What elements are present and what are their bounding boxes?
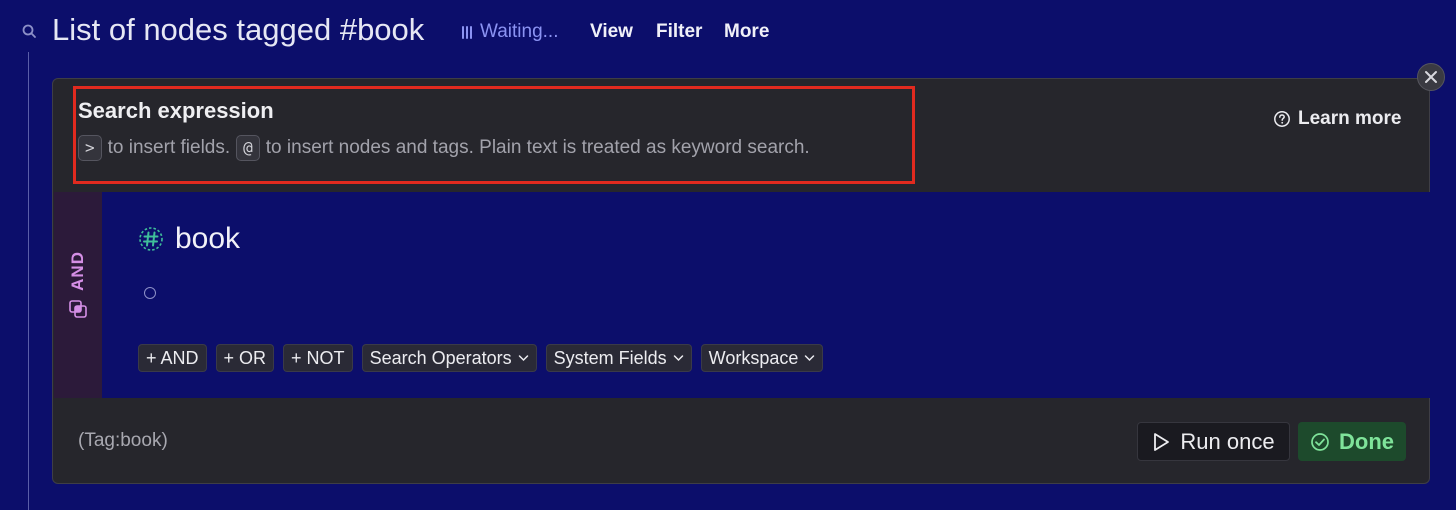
add-not-label: + NOT bbox=[291, 347, 345, 368]
status-text: Waiting... bbox=[480, 21, 559, 42]
run-once-label: Run once bbox=[1180, 428, 1275, 454]
chevron-down-icon bbox=[518, 355, 528, 362]
indent-guide bbox=[28, 52, 29, 510]
more-button[interactable]: More bbox=[724, 21, 769, 43]
done-button[interactable]: Done bbox=[1298, 422, 1406, 461]
learn-more-label: Learn more bbox=[1298, 108, 1402, 129]
empty-node-bullet[interactable] bbox=[144, 287, 156, 299]
workspace-dropdown[interactable]: Workspace bbox=[700, 344, 824, 372]
add-and-button[interactable]: + AND bbox=[138, 344, 207, 372]
add-or-label: + OR bbox=[223, 347, 267, 368]
intersect-icon bbox=[69, 300, 87, 318]
chevron-down-icon bbox=[805, 355, 815, 362]
help-icon bbox=[1274, 111, 1290, 127]
chevron-down-icon bbox=[673, 355, 683, 362]
query-preview: (Tag:book) bbox=[78, 430, 168, 451]
filter-button[interactable]: Filter bbox=[656, 21, 702, 43]
play-icon bbox=[1154, 432, 1170, 451]
run-once-button[interactable]: Run once bbox=[1137, 422, 1290, 461]
done-label: Done bbox=[1339, 428, 1394, 454]
system-fields-dropdown[interactable]: System Fields bbox=[545, 344, 692, 372]
columns-icon bbox=[462, 25, 472, 39]
system-fields-label: System Fields bbox=[553, 347, 667, 368]
and-operator-label: AND bbox=[68, 251, 87, 291]
close-button[interactable] bbox=[1417, 63, 1445, 91]
check-circle-icon bbox=[1311, 432, 1329, 451]
workspace-label: Workspace bbox=[708, 347, 799, 368]
view-button[interactable]: View bbox=[590, 21, 633, 43]
status-waiting: Waiting... bbox=[462, 21, 559, 43]
search-operators-label: Search Operators bbox=[369, 347, 512, 368]
tag-hash-icon bbox=[138, 226, 164, 252]
add-or-button[interactable]: + OR bbox=[215, 344, 275, 372]
page-title: List of nodes tagged #book bbox=[52, 12, 425, 47]
operator-chips: + AND + OR + NOT Search Operators System… bbox=[138, 344, 824, 372]
tag-name[interactable]: book bbox=[175, 222, 240, 256]
add-and-label: + AND bbox=[146, 347, 199, 368]
and-operator[interactable]: AND bbox=[54, 230, 102, 340]
search-node-icon bbox=[20, 22, 40, 42]
highlight-annotation bbox=[73, 86, 915, 184]
search-operators-dropdown[interactable]: Search Operators bbox=[361, 344, 537, 372]
learn-more-link[interactable]: Learn more bbox=[1273, 108, 1401, 130]
add-not-button[interactable]: + NOT bbox=[283, 344, 353, 372]
close-icon bbox=[1425, 71, 1437, 83]
